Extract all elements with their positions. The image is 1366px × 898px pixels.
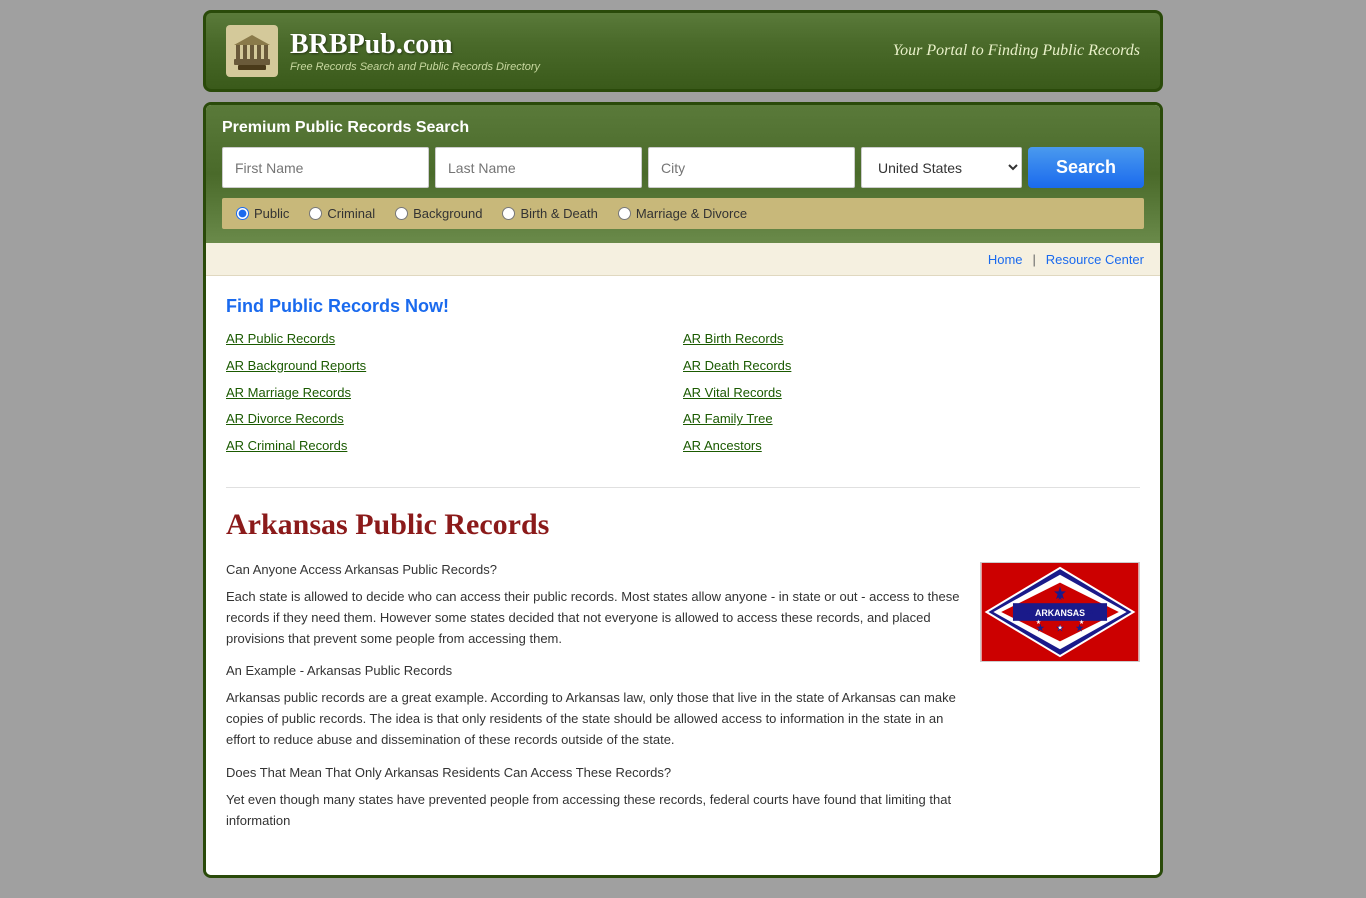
link-ar-ancestors[interactable]: AR Ancestors (683, 436, 1140, 457)
state-flag: ARKANSAS ★ ★ ★ ★ ★ ★ (980, 562, 1140, 845)
radio-criminal-input[interactable] (309, 207, 322, 220)
site-header: BRBPub.com Free Records Search and Publi… (203, 10, 1163, 92)
question-1: Can Anyone Access Arkansas Public Record… (226, 562, 960, 577)
svg-text:★: ★ (1088, 608, 1094, 616)
radio-background-input[interactable] (395, 207, 408, 220)
breadcrumb-separator: | (1032, 252, 1035, 267)
radio-public-label: Public (254, 206, 289, 221)
radio-marriage-divorce[interactable]: Marriage & Divorce (618, 206, 747, 221)
main-wrapper: Premium Public Records Search United Sta… (203, 102, 1163, 878)
page-heading: Arkansas Public Records (226, 487, 1140, 542)
radio-birth-death-input[interactable] (502, 207, 515, 220)
link-ar-background-reports[interactable]: AR Background Reports (226, 356, 683, 377)
link-ar-vital-records[interactable]: AR Vital Records (683, 383, 1140, 404)
svg-text:★: ★ (1036, 619, 1041, 626)
radio-background-label: Background (413, 206, 482, 221)
radio-marriage-divorce-label: Marriage & Divorce (636, 206, 747, 221)
paragraph-3: Yet even though many states have prevent… (226, 790, 960, 832)
arkansas-flag-svg: ARKANSAS ★ ★ ★ ★ ★ ★ (980, 562, 1140, 662)
link-ar-family-tree[interactable]: AR Family Tree (683, 409, 1140, 430)
paragraph-1: Each state is allowed to decide who can … (226, 587, 960, 649)
content-area: Find Public Records Now! AR Public Recor… (206, 276, 1160, 875)
question-2: Does That Mean That Only Arkansas Reside… (226, 765, 960, 780)
find-records-title: Find Public Records Now! (226, 296, 1140, 317)
first-name-input[interactable] (222, 147, 429, 188)
logo-area: BRBPub.com Free Records Search and Publi… (226, 25, 540, 77)
breadcrumb-resource-center[interactable]: Resource Center (1046, 252, 1144, 267)
link-ar-birth-records[interactable]: AR Birth Records (683, 329, 1140, 350)
svg-text:★: ★ (1057, 625, 1062, 632)
svg-text:★: ★ (1026, 608, 1032, 616)
logo-title: BRBPub.com (290, 29, 540, 61)
text-content: Can Anyone Access Arkansas Public Record… (226, 562, 960, 845)
link-ar-marriage-records[interactable]: AR Marriage Records (226, 383, 683, 404)
radio-birth-death-label: Birth & Death (520, 206, 597, 221)
svg-text:ARKANSAS: ARKANSAS (1035, 608, 1085, 618)
breadcrumb-home[interactable]: Home (988, 252, 1023, 267)
search-button[interactable]: Search (1028, 147, 1144, 188)
link-ar-divorce-records[interactable]: AR Divorce Records (226, 409, 683, 430)
radio-public-input[interactable] (236, 207, 249, 220)
radio-criminal[interactable]: Criminal (309, 206, 375, 221)
radio-options-row: Public Criminal Background Birth & Death… (222, 198, 1144, 229)
search-inputs-row: United States Search (222, 147, 1144, 188)
radio-public[interactable]: Public (236, 206, 289, 221)
link-ar-public-records[interactable]: AR Public Records (226, 329, 683, 350)
records-links: AR Public Records AR Background Reports … (226, 329, 1140, 457)
body-content: Can Anyone Access Arkansas Public Record… (226, 562, 1140, 845)
breadcrumb-bar: Home | Resource Center (206, 243, 1160, 276)
logo-text-block: BRBPub.com Free Records Search and Publi… (290, 29, 540, 73)
radio-criminal-label: Criminal (327, 206, 375, 221)
logo-icon (226, 25, 278, 77)
svg-text:★: ★ (1057, 594, 1063, 602)
search-section: Premium Public Records Search United Sta… (206, 105, 1160, 243)
link-ar-death-records[interactable]: AR Death Records (683, 356, 1140, 377)
link-ar-criminal-records[interactable]: AR Criminal Records (226, 436, 683, 457)
logo-subtitle: Free Records Search and Public Records D… (290, 61, 540, 73)
radio-marriage-divorce-input[interactable] (618, 207, 631, 220)
radio-background[interactable]: Background (395, 206, 482, 221)
header-tagline: Your Portal to Finding Public Records (893, 42, 1140, 60)
subheading: An Example - Arkansas Public Records (226, 663, 960, 678)
radio-birth-death[interactable]: Birth & Death (502, 206, 597, 221)
paragraph-2: Arkansas public records are a great exam… (226, 688, 960, 750)
search-section-title: Premium Public Records Search (222, 119, 1144, 137)
records-col-2: AR Birth Records AR Death Records AR Vit… (683, 329, 1140, 457)
city-input[interactable] (648, 147, 855, 188)
records-col-1: AR Public Records AR Background Reports … (226, 329, 683, 457)
last-name-input[interactable] (435, 147, 642, 188)
country-select[interactable]: United States (861, 147, 1022, 188)
svg-text:★: ★ (1079, 619, 1084, 626)
